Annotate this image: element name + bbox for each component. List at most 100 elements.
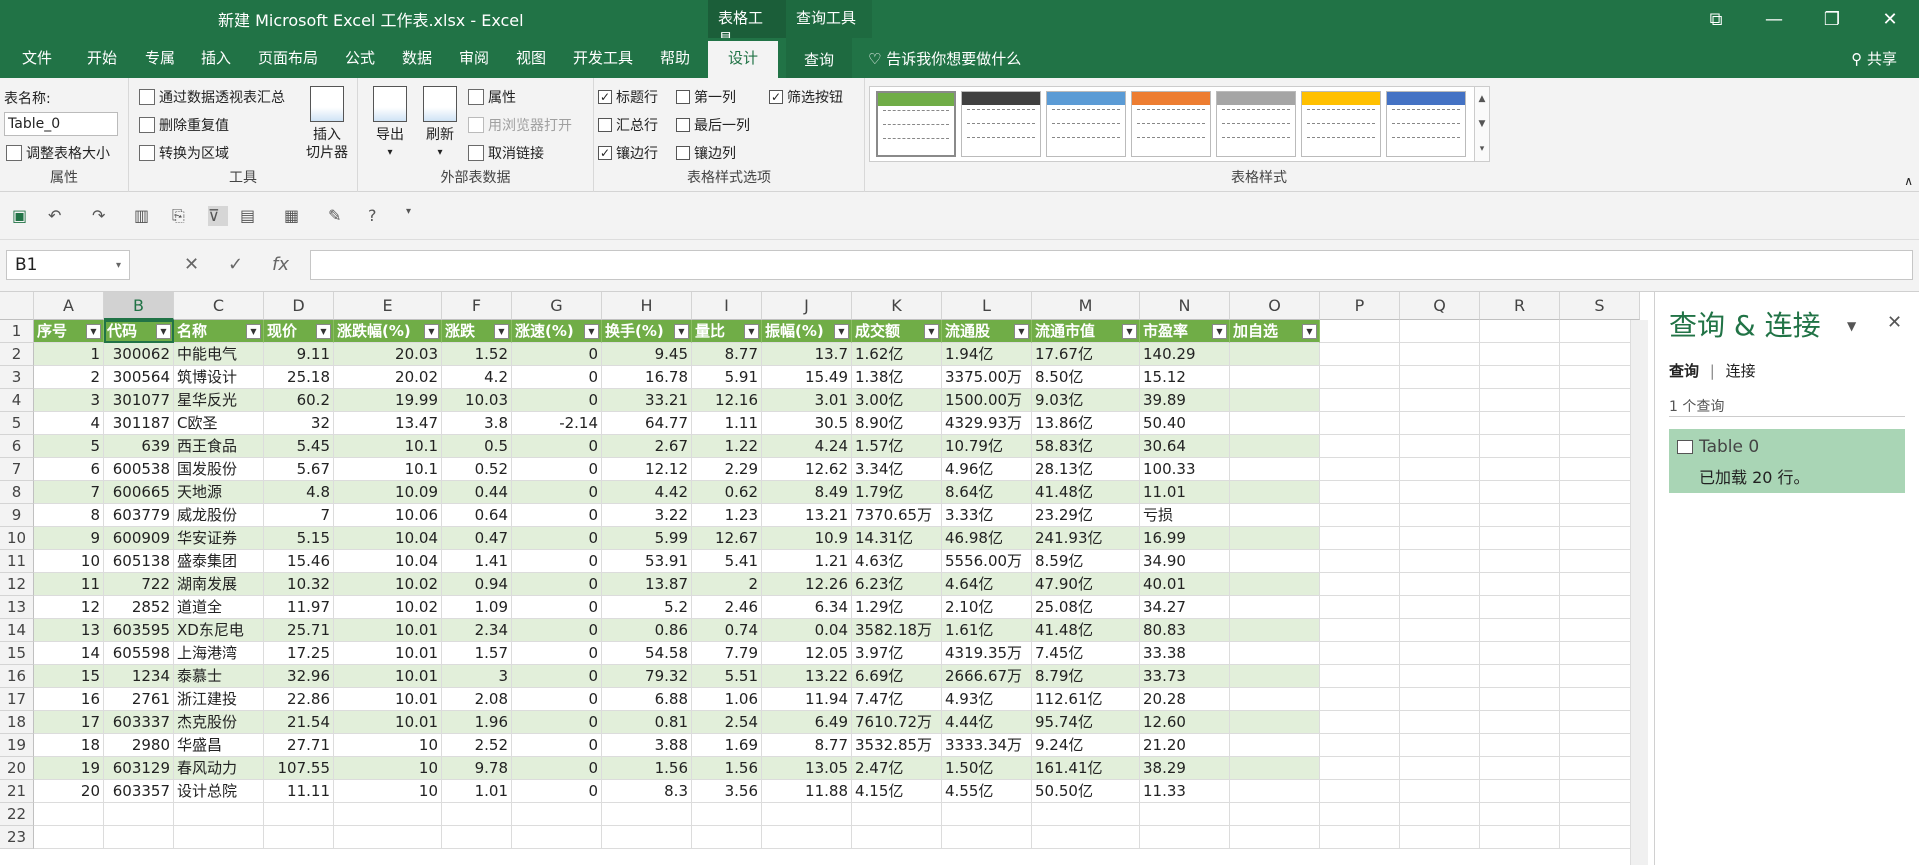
table-cell[interactable]: 17.67亿 — [1032, 343, 1140, 366]
table-style-swatch[interactable] — [1301, 91, 1381, 157]
empty-cell[interactable] — [1560, 550, 1640, 573]
table-cell[interactable]: 5.91 — [692, 366, 762, 389]
empty-cell[interactable] — [442, 803, 512, 826]
table-cell[interactable]: 0 — [512, 389, 602, 412]
pane-options-icon[interactable]: ▼ — [1847, 319, 1856, 333]
table-cell[interactable]: 4.55亿 — [942, 780, 1032, 803]
table-cell[interactable]: 2.46 — [692, 596, 762, 619]
table-cell[interactable]: 4.24 — [762, 435, 852, 458]
table-cell[interactable]: 241.93亿 — [1032, 527, 1140, 550]
table-cell[interactable]: 10.01 — [334, 665, 442, 688]
convert-to-range-button[interactable]: 转换为区域 — [139, 143, 229, 163]
empty-cell[interactable] — [1400, 504, 1480, 527]
table-cell[interactable]: 1.62亿 — [852, 343, 942, 366]
banded-columns-checkbox[interactable]: 镶边列 — [676, 143, 736, 163]
table-cell[interactable]: 设计总院 — [174, 780, 264, 803]
empty-cell[interactable] — [1400, 435, 1480, 458]
table-cell[interactable]: 5.67 — [264, 458, 334, 481]
pivot-summary-button[interactable]: 通过数据透视表汇总 — [139, 87, 285, 107]
table-cell[interactable]: 0 — [512, 665, 602, 688]
empty-cell[interactable] — [1032, 803, 1140, 826]
table-cell[interactable]: 27.71 — [264, 734, 334, 757]
table-cell[interactable]: 40.01 — [1140, 573, 1230, 596]
empty-cell[interactable] — [1480, 550, 1560, 573]
empty-cell[interactable] — [1230, 803, 1320, 826]
table-cell[interactable]: 58.83亿 — [1032, 435, 1140, 458]
table-cell[interactable]: 79.32 — [602, 665, 692, 688]
table-cell[interactable]: 7 — [264, 504, 334, 527]
table-name-input[interactable]: Table_0 — [4, 112, 118, 136]
table-cell[interactable]: 浙江建投 — [174, 688, 264, 711]
table-cell[interactable]: 603129 — [104, 757, 174, 780]
row-header[interactable]: 18 — [0, 711, 34, 734]
banded-rows-checkbox[interactable]: ✓ 镶边行 — [598, 143, 658, 163]
empty-cell[interactable] — [1560, 826, 1640, 849]
table-cell[interactable]: 54.58 — [602, 642, 692, 665]
table-cell[interactable]: 西王食品 — [174, 435, 264, 458]
tab-connections[interactable]: 连接 — [1726, 362, 1756, 380]
table-cell[interactable]: 道道全 — [174, 596, 264, 619]
tab-formulas[interactable]: 公式 — [345, 47, 375, 68]
restore-icon[interactable]: ❐ — [1803, 0, 1861, 38]
empty-cell[interactable] — [1320, 527, 1400, 550]
table-cell[interactable]: 0.52 — [442, 458, 512, 481]
table-cell[interactable] — [1230, 665, 1320, 688]
form-icon[interactable]: ▤ — [240, 206, 260, 226]
table-cell[interactable]: 8.77 — [692, 343, 762, 366]
table-cell[interactable]: 13 — [34, 619, 104, 642]
table-cell[interactable]: 杰克股份 — [174, 711, 264, 734]
table-cell[interactable]: 8 — [34, 504, 104, 527]
table-cell[interactable]: 1.21 — [762, 550, 852, 573]
table-cell[interactable]: 33.38 — [1140, 642, 1230, 665]
table-cell[interactable]: 2761 — [104, 688, 174, 711]
table-cell[interactable]: 10.02 — [334, 573, 442, 596]
empty-cell[interactable] — [1480, 803, 1560, 826]
table-cell[interactable]: 301077 — [104, 389, 174, 412]
table-cell[interactable]: 15.12 — [1140, 366, 1230, 389]
empty-cell[interactable] — [1400, 757, 1480, 780]
table-cell[interactable]: 0.5 — [442, 435, 512, 458]
empty-cell[interactable] — [1560, 527, 1640, 550]
column-header[interactable]: C — [174, 292, 264, 320]
row-header[interactable]: 2 — [0, 343, 34, 366]
table-cell[interactable]: 15.49 — [762, 366, 852, 389]
empty-cell[interactable] — [1400, 596, 1480, 619]
table-cell[interactable]: 12.12 — [602, 458, 692, 481]
table-cell[interactable]: 107.55 — [264, 757, 334, 780]
table-cell[interactable]: 3532.85万 — [852, 734, 942, 757]
tab-help[interactable]: 帮助 — [660, 47, 690, 68]
table-cell[interactable]: 17.25 — [264, 642, 334, 665]
table-cell[interactable]: 10.32 — [264, 573, 334, 596]
gallery-more-icon[interactable]: ▾ — [1475, 137, 1489, 162]
name-box[interactable]: B1 — [6, 250, 130, 280]
resize-table-button[interactable]: 调整表格大小 — [6, 143, 110, 163]
table-cell[interactable]: 国发股份 — [174, 458, 264, 481]
table-cell[interactable]: 0 — [512, 573, 602, 596]
empty-cell[interactable] — [1480, 412, 1560, 435]
edit-icon[interactable]: ✎ — [328, 206, 348, 226]
column-header[interactable]: M — [1032, 292, 1140, 320]
function-icon[interactable]: fx — [272, 254, 289, 275]
empty-cell[interactable] — [1400, 688, 1480, 711]
table-cell[interactable]: 0.47 — [442, 527, 512, 550]
empty-cell[interactable] — [1320, 688, 1400, 711]
table-cell[interactable]: 3582.18万 — [852, 619, 942, 642]
table-cell[interactable]: 50.50亿 — [1032, 780, 1140, 803]
table-cell[interactable]: 603357 — [104, 780, 174, 803]
empty-cell[interactable] — [1140, 826, 1230, 849]
table-cell[interactable]: 0 — [512, 757, 602, 780]
table-header-cell[interactable]: 成交额 ▼ — [852, 320, 942, 343]
first-column-checkbox[interactable]: 第一列 — [676, 87, 736, 107]
empty-cell[interactable] — [1480, 619, 1560, 642]
tab-data[interactable]: 数据 — [402, 47, 432, 68]
empty-cell[interactable] — [1320, 803, 1400, 826]
table-cell[interactable]: 11.97 — [264, 596, 334, 619]
column-header[interactable]: B — [104, 292, 174, 320]
table-cell[interactable]: 0.44 — [442, 481, 512, 504]
empty-cell[interactable] — [1480, 780, 1560, 803]
empty-cell[interactable] — [1320, 596, 1400, 619]
empty-cell[interactable] — [1560, 711, 1640, 734]
pane-close-icon[interactable]: ✕ — [1887, 312, 1902, 333]
table-cell[interactable]: 12.67 — [692, 527, 762, 550]
empty-cell[interactable] — [1320, 389, 1400, 412]
